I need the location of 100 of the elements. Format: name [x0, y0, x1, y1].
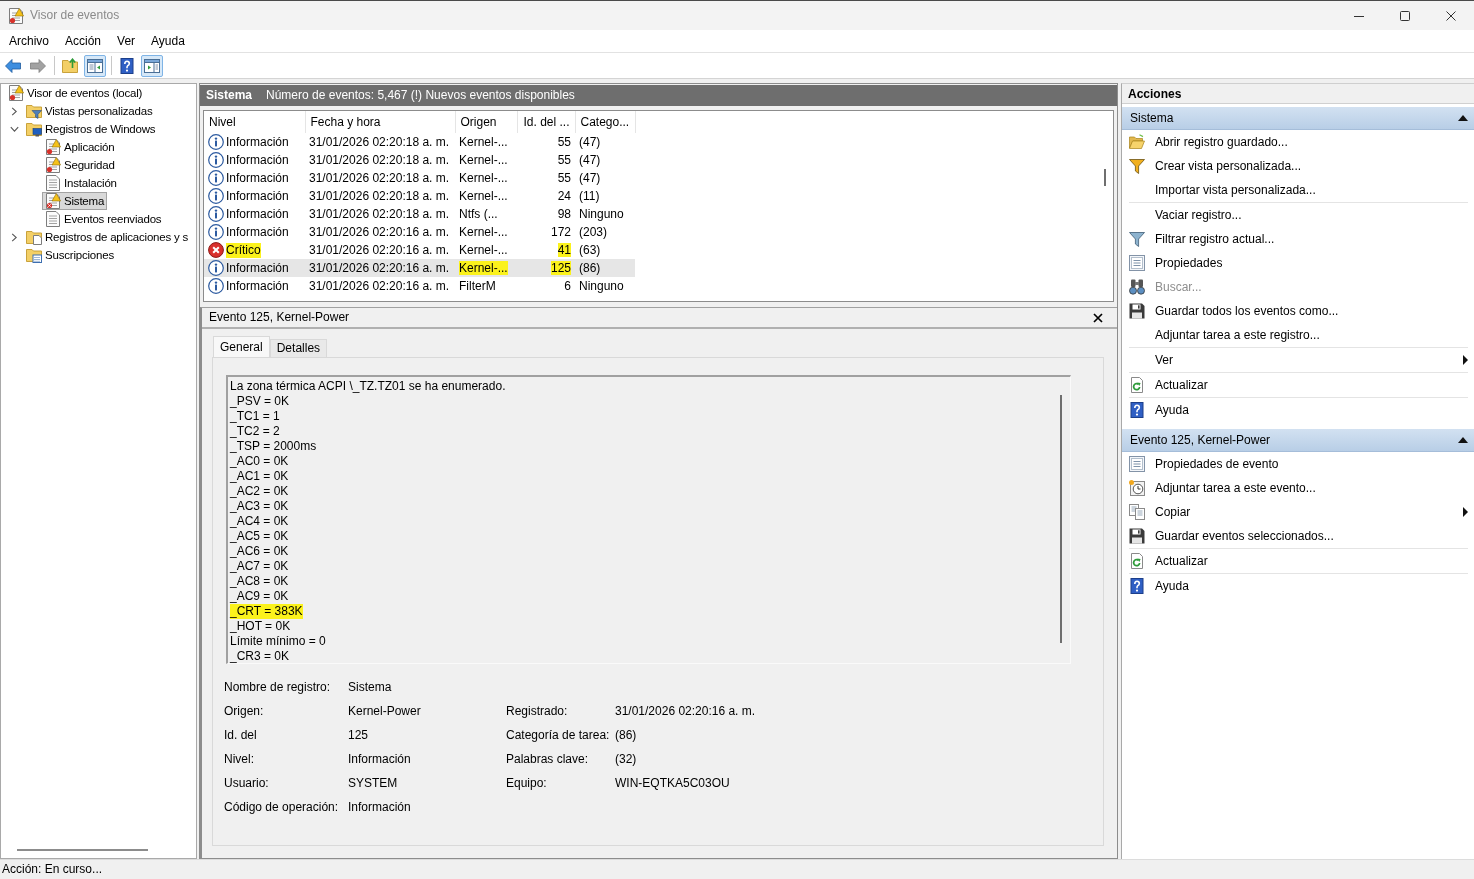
action-item[interactable]: Actualizar — [1122, 373, 1474, 397]
action-pane-button[interactable] — [141, 54, 163, 77]
table-row[interactable]: Información 31/01/2026 02:20:18 a. m. Kernel-... 24 (11) — [204, 187, 635, 205]
clock-icon — [1129, 480, 1145, 496]
table-row[interactable]: Información 31/01/2026 02:20:18 a. m. Kernel-... 55 (47) — [204, 169, 635, 187]
table-cell: Ninguno — [579, 206, 624, 221]
table-row[interactable]: Información 31/01/2026 02:20:18 a. m. Kernel-... 55 (47) — [204, 133, 635, 151]
tree-item[interactable]: Suscripciones — [23, 246, 117, 264]
table-row[interactable]: Información 31/01/2026 02:20:18 a. m. Ntfs (... 98 Ninguno — [204, 205, 635, 223]
text-line: La zona térmica ACPI \_TZ.TZ01 se ha enumerado. — [230, 379, 506, 394]
event-count-text: Número de eventos: 5,467 (!) Nuevos eventos disponibles — [266, 88, 575, 103]
scroll-bar[interactable] — [1060, 395, 1062, 643]
tree-item[interactable]: Seguridad — [42, 156, 118, 174]
tree-item[interactable]: Eventos reenviados — [42, 210, 165, 228]
console-tree-button[interactable] — [84, 54, 106, 77]
table-cell: Información — [226, 278, 289, 294]
help-icon — [1129, 578, 1145, 594]
table-cell: 172 — [550, 224, 571, 239]
table-cell: 31/01/2026 02:20:18 a. m. — [309, 206, 450, 221]
info-icon — [208, 278, 224, 294]
table-row[interactable]: Información 31/01/2026 02:20:16 a. m. Kernel-... 125 (86) — [204, 259, 635, 277]
collapse-arrow-icon[interactable] — [1458, 115, 1468, 121]
field-value: (86) — [615, 727, 637, 742]
action-item[interactable]: Ayuda — [1122, 398, 1474, 422]
scroll-bar[interactable] — [17, 849, 148, 851]
table-cell: Ntfs (... — [459, 206, 498, 221]
column-header[interactable]: Fecha y hora — [305, 111, 455, 133]
tree-item[interactable]: Aplicación — [42, 138, 118, 156]
action-item[interactable]: Guardar eventos seleccionados... — [1122, 524, 1474, 548]
table-cell: Kernel-... — [459, 152, 508, 167]
section-header[interactable]: Evento 125, Kernel-Power — [1122, 429, 1474, 452]
action-item[interactable]: Crear vista personalizada... — [1122, 154, 1474, 178]
table-cell: 31/01/2026 02:20:16 a. m. — [309, 278, 450, 293]
text-line: _TC2 = 2 — [230, 424, 280, 439]
table-row[interactable]: Información 31/01/2026 02:20:18 a. m. Kernel-... 55 (47) — [204, 151, 635, 169]
action-item[interactable]: Propiedades — [1122, 251, 1474, 275]
panel-title: Sistema — [206, 88, 253, 103]
collapse-arrow-icon[interactable] — [1458, 437, 1468, 443]
action-item[interactable]: Guardar todos los eventos como... — [1122, 299, 1474, 323]
table-cell: Crítico — [226, 242, 261, 258]
menu-item[interactable]: Ver — [109, 31, 144, 51]
column-header[interactable]: Catego... — [575, 111, 635, 133]
folder-grid-icon — [26, 247, 42, 263]
copy-icon — [1129, 504, 1145, 520]
table-row[interactable]: Información 31/01/2026 02:20:16 a. m. Kernel-... 172 (203) — [204, 223, 635, 241]
section-header[interactable]: Sistema — [1122, 107, 1474, 130]
x-circle-icon — [208, 242, 224, 258]
action-item[interactable]: Actualizar — [1122, 549, 1474, 573]
action-item[interactable]: Ayuda — [1122, 574, 1474, 598]
menu-item[interactable]: Archivo — [1, 31, 57, 51]
tree-item[interactable]: Vistas personalizadas — [23, 102, 156, 120]
table-cell: 31/01/2026 02:20:18 a. m. — [309, 170, 450, 185]
action-item[interactable]: Adjuntar tarea a este registro... — [1122, 323, 1474, 347]
tree-item[interactable]: Visor de eventos (local) — [5, 84, 146, 102]
refresh-icon — [1129, 377, 1145, 393]
tree-item[interactable]: Instalación — [42, 174, 120, 192]
table-cell: 55 — [557, 152, 571, 167]
action-item[interactable]: Adjuntar tarea a este evento... — [1122, 476, 1474, 500]
chevron-right-icon[interactable] — [11, 106, 17, 116]
action-item[interactable]: Abrir registro guardado... — [1122, 130, 1474, 154]
tree-item[interactable]: Registros de Windows — [23, 120, 159, 138]
info-icon — [208, 152, 224, 168]
scroll-bar[interactable] — [1104, 169, 1106, 186]
chevron-right-icon[interactable] — [11, 232, 17, 242]
tree-item[interactable]: Registros de aplicaciones y s — [23, 228, 192, 246]
table-cell: (47) — [579, 152, 601, 167]
help-icon — [119, 57, 135, 74]
field-value: 31/01/2026 02:20:16 a. m. — [615, 703, 756, 718]
window-pane-icon — [144, 57, 160, 74]
chevron-down-icon[interactable] — [9, 126, 19, 132]
funnel-icon — [1129, 231, 1145, 247]
table-row[interactable]: Información 31/01/2026 02:20:16 a. m. FilterM 6 Ninguno — [204, 277, 635, 295]
column-header[interactable]: Id. del ... — [517, 111, 575, 133]
table-cell: 98 — [557, 206, 571, 221]
tab[interactable]: Detalles — [269, 339, 328, 357]
tree-item[interactable]: Sistema — [42, 192, 108, 210]
field-label: Nivel: — [224, 751, 254, 766]
folder-document-icon — [26, 229, 42, 245]
window-title: Visor de eventos — [30, 8, 120, 23]
text-line: _AC6 = 0K — [230, 544, 289, 559]
table-cell: 31/01/2026 02:20:16 a. m. — [309, 260, 450, 275]
document-icon — [45, 211, 61, 227]
menu-item[interactable]: Ayuda — [143, 31, 193, 51]
menu-item[interactable]: Acción — [57, 31, 110, 51]
column-header[interactable]: Origen — [455, 111, 517, 133]
window-pane-icon — [87, 57, 103, 74]
action-item[interactable]: Filtrar registro actual... — [1122, 227, 1474, 251]
column-header[interactable]: Nivel — [204, 111, 305, 133]
table-cell: Información — [226, 152, 289, 168]
field-value: SYSTEM — [348, 775, 398, 790]
tab[interactable]: General — [213, 336, 270, 357]
forward-arrow-icon — [30, 57, 46, 74]
action-item[interactable]: Propiedades de evento — [1122, 452, 1474, 476]
text-line: Límite mínimo = 0 — [230, 634, 326, 649]
table-row[interactable]: Crítico 31/01/2026 02:20:16 a. m. Kernel-... 41 (63) — [204, 241, 635, 259]
table-cell: Kernel-... — [459, 224, 508, 239]
action-item[interactable]: Importar vista personalizada... — [1122, 178, 1474, 202]
action-item[interactable]: Vaciar registro... — [1122, 203, 1474, 227]
action-item[interactable]: Copiar — [1122, 500, 1474, 524]
action-item[interactable]: Ver — [1122, 348, 1474, 372]
